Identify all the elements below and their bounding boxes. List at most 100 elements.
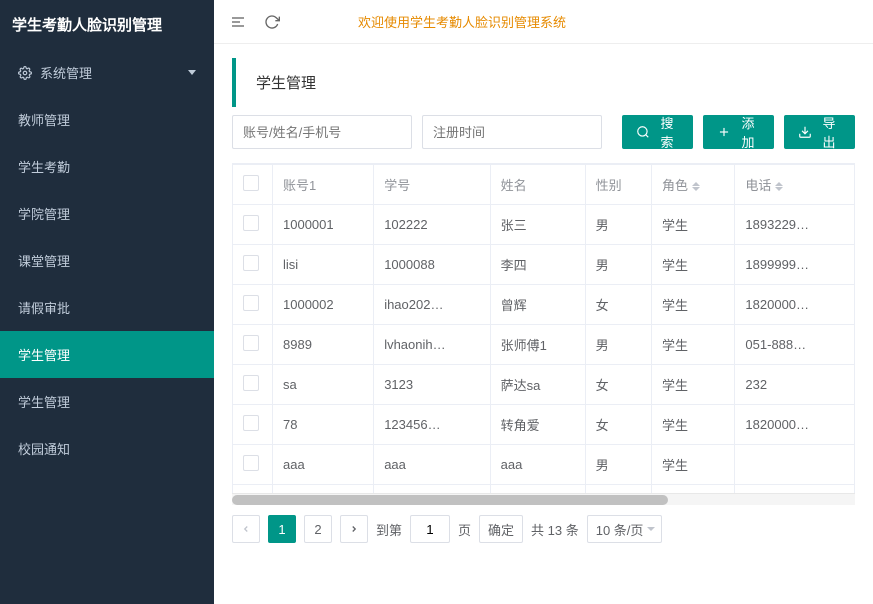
page-size-select[interactable]: 10 条/页 bbox=[587, 515, 663, 543]
cell-account: 8989 bbox=[273, 325, 374, 365]
sidebar: 学生考勤人脸识别管理 系统管理 教师管理 学生考勤 学院管理 课堂管理 请假审批… bbox=[0, 0, 214, 604]
select-all-checkbox[interactable] bbox=[243, 175, 259, 191]
col-gender: 性别 bbox=[585, 165, 651, 205]
cell-gender: 男 bbox=[585, 325, 651, 365]
page-2-button[interactable]: 2 bbox=[304, 515, 332, 543]
date-input[interactable] bbox=[422, 115, 602, 149]
sidebar-item-attendance[interactable]: 学生考勤 bbox=[0, 143, 214, 190]
row-checkbox[interactable] bbox=[243, 335, 259, 351]
sidebar-item-student[interactable]: 学生管理 bbox=[0, 378, 214, 425]
refresh-icon[interactable] bbox=[264, 14, 280, 30]
cell-student-no: bbb bbox=[374, 485, 490, 494]
sidebar-item-label: 学生管理 bbox=[18, 345, 70, 364]
cell-role: 学生 bbox=[652, 245, 735, 285]
sidebar-item-college[interactable]: 学院管理 bbox=[0, 190, 214, 237]
button-label: 搜索 bbox=[655, 113, 679, 151]
cell-phone: 1893229… bbox=[735, 205, 855, 245]
table-row[interactable]: aaaaaaaaa男学生 bbox=[233, 445, 855, 485]
table-row[interactable]: 78123456…转角爱女学生1820000… bbox=[233, 405, 855, 445]
table-row[interactable]: 1000001102222张三男学生1893229… bbox=[233, 205, 855, 245]
cell-phone: 1820000… bbox=[735, 405, 855, 445]
plus-icon bbox=[717, 125, 731, 139]
topbar: 欢迎使用学生考勤人脸识别管理系统 bbox=[214, 0, 873, 44]
table-header-row: 账号1 学号 姓名 性别 角色 电话 bbox=[233, 165, 855, 205]
student-table: 账号1 学号 姓名 性别 角色 电话 1000001102222张三男学生189… bbox=[232, 164, 855, 493]
sidebar-item-system[interactable]: 系统管理 bbox=[0, 49, 214, 96]
search-button[interactable]: 搜索 bbox=[622, 115, 693, 149]
cell-role: 学生 bbox=[652, 285, 735, 325]
goto-label-prefix: 到第 bbox=[376, 520, 402, 539]
table-row[interactable]: sa3123萨达sa女学生232 bbox=[233, 365, 855, 405]
cell-account: bbb bbox=[273, 485, 374, 494]
gear-icon bbox=[18, 66, 32, 80]
sort-icon[interactable] bbox=[775, 182, 783, 191]
cell-name: 张师傅1 bbox=[490, 325, 585, 365]
row-checkbox[interactable] bbox=[243, 295, 259, 311]
cell-gender: 女 bbox=[585, 365, 651, 405]
sidebar-item-label: 教师管理 bbox=[18, 110, 70, 129]
cell-name: 李四 bbox=[490, 245, 585, 285]
export-icon bbox=[798, 125, 812, 139]
cell-role: 学生 bbox=[652, 205, 735, 245]
prev-page-button[interactable] bbox=[232, 515, 260, 543]
sidebar-item-label: 学生考勤 bbox=[18, 157, 70, 176]
search-input[interactable] bbox=[232, 115, 412, 149]
cell-name: 张三 bbox=[490, 205, 585, 245]
sidebar-item-label: 请假审批 bbox=[18, 298, 70, 317]
sidebar-item-teacher[interactable]: 教师管理 bbox=[0, 96, 214, 143]
search-icon bbox=[636, 125, 650, 139]
total-count: 共 13 条 bbox=[531, 520, 579, 539]
table-row[interactable]: 8989lvhaonih…张师傅1男学生051-888… bbox=[233, 325, 855, 365]
row-checkbox[interactable] bbox=[243, 215, 259, 231]
add-button[interactable]: 添加 bbox=[703, 115, 774, 149]
cell-phone bbox=[735, 445, 855, 485]
cell-student-no: 3123 bbox=[374, 365, 490, 405]
table-row[interactable]: lisi1000088李四男学生1899999… bbox=[233, 245, 855, 285]
cell-role: 学生 bbox=[652, 405, 735, 445]
goto-page-input[interactable] bbox=[410, 515, 450, 543]
cell-phone: 051-888… bbox=[735, 325, 855, 365]
cell-phone: 1820000… bbox=[735, 285, 855, 325]
sidebar-item-classroom[interactable]: 课堂管理 bbox=[0, 237, 214, 284]
col-role: 角色 bbox=[652, 165, 735, 205]
sidebar-item-notice[interactable]: 校园通知 bbox=[0, 425, 214, 472]
cell-account: lisi bbox=[273, 245, 374, 285]
cell-gender: 男 bbox=[585, 445, 651, 485]
cell-phone bbox=[735, 485, 855, 494]
collapse-icon[interactable] bbox=[230, 14, 246, 30]
welcome-text: 欢迎使用学生考勤人脸识别管理系统 bbox=[358, 12, 566, 31]
cell-gender: 男 bbox=[585, 205, 651, 245]
col-student-no: 学号 bbox=[374, 165, 490, 205]
sidebar-item-student-active[interactable]: 学生管理 bbox=[0, 331, 214, 378]
cell-student-no: ihao202… bbox=[374, 285, 490, 325]
cell-account: 1000001 bbox=[273, 205, 374, 245]
col-phone: 电话 bbox=[735, 165, 855, 205]
row-checkbox[interactable] bbox=[243, 455, 259, 471]
cell-name: aaa bbox=[490, 445, 585, 485]
cell-student-no: 123456… bbox=[374, 405, 490, 445]
cell-name: 曾辉 bbox=[490, 285, 585, 325]
export-button[interactable]: 导出 bbox=[784, 115, 855, 149]
goto-confirm-button[interactable]: 确定 bbox=[479, 515, 523, 543]
next-page-button[interactable] bbox=[340, 515, 368, 543]
sidebar-item-label: 系统管理 bbox=[40, 63, 92, 82]
cell-student-no: lvhaonih… bbox=[374, 325, 490, 365]
page-title: 学生管理 bbox=[232, 58, 855, 107]
sidebar-item-label: 学生管理 bbox=[18, 392, 70, 411]
horizontal-scrollbar[interactable] bbox=[232, 493, 855, 505]
page-1-button[interactable]: 1 bbox=[268, 515, 296, 543]
table-row[interactable]: bbbbbbbbb男学生 bbox=[233, 485, 855, 494]
cell-gender: 男 bbox=[585, 485, 651, 494]
sidebar-item-label: 课堂管理 bbox=[18, 251, 70, 270]
button-label: 导出 bbox=[817, 113, 841, 151]
row-checkbox[interactable] bbox=[243, 375, 259, 391]
col-name: 姓名 bbox=[490, 165, 585, 205]
cell-phone: 232 bbox=[735, 365, 855, 405]
content: 搜索 添加 导出 账号1 学号 bbox=[214, 115, 873, 604]
table-row[interactable]: 1000002ihao202…曾辉女学生1820000… bbox=[233, 285, 855, 325]
sidebar-item-leave[interactable]: 请假审批 bbox=[0, 284, 214, 331]
row-checkbox[interactable] bbox=[243, 415, 259, 431]
cell-account: 78 bbox=[273, 405, 374, 445]
row-checkbox[interactable] bbox=[243, 255, 259, 271]
sort-icon[interactable] bbox=[692, 182, 700, 191]
